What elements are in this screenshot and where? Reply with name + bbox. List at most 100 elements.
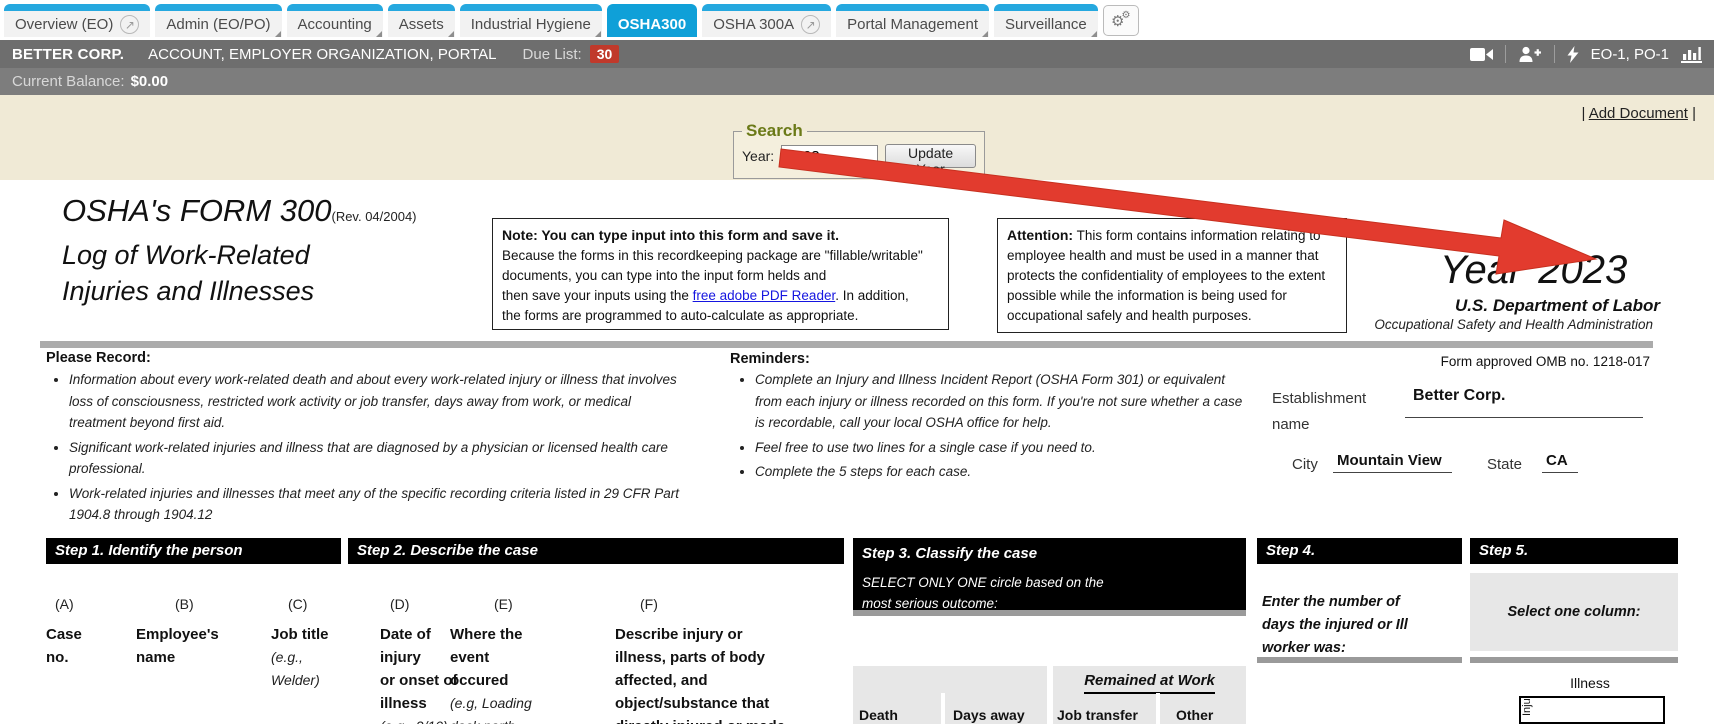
balance-label: Current Balance: <box>12 73 125 90</box>
step4-underline <box>1257 657 1462 663</box>
add-document-link[interactable]: Add Document <box>1589 105 1688 122</box>
menu-fold-icon <box>982 31 988 37</box>
osha300-page: | Add Document | Search Year: Update Yea… <box>0 95 1714 724</box>
tab-label: Overview (EO) <box>15 16 113 33</box>
add-user-icon[interactable] <box>1518 46 1542 62</box>
external-link-icon[interactable]: ↗ <box>120 15 139 34</box>
form-subtitle: Log of Work-Related Injuries and Illness… <box>62 237 314 309</box>
list-item: Significant work-related injuries and il… <box>69 437 684 480</box>
column-letter-e: (E) <box>494 596 513 612</box>
tab-label: Admin (EO/PO) <box>166 16 270 33</box>
list-item: Work-related injuries and illnesses that… <box>69 483 684 526</box>
step4-header: Step 4. <box>1257 538 1462 564</box>
tab-industrial-hygiene[interactable]: Industrial Hygiene <box>460 4 602 37</box>
city-label: City <box>1292 456 1318 473</box>
search-panel: Search Year: Update Year <box>733 121 985 179</box>
dept-of-labor: U.S. Department of Labor <box>1300 296 1660 316</box>
column-letter-b: (B) <box>175 596 194 612</box>
company-name: BETTER CORP. <box>12 46 124 63</box>
tab-accounting[interactable]: Accounting <box>287 4 383 37</box>
tab-overview-eo[interactable]: Overview (EO) ↗ <box>4 4 150 37</box>
account-header-bar: BETTER CORP. ACCOUNT, EMPLOYER ORGANIZAT… <box>0 40 1714 68</box>
please-record-list: Information about every work-related dea… <box>52 369 684 529</box>
attention-box: Attention: This form contains informatio… <box>997 218 1347 333</box>
tab-surveillance[interactable]: Surveillance <box>994 4 1098 37</box>
tab-label: Surveillance <box>1005 16 1087 33</box>
menu-fold-icon <box>1091 31 1097 37</box>
column-letter-a: (A) <box>55 596 74 612</box>
establishment-underline <box>1405 417 1643 418</box>
column-header-describe-injury: Describe injury or illness, parts of bod… <box>615 623 785 724</box>
section-divider <box>40 341 1653 348</box>
establishment-value: Better Corp. <box>1413 387 1505 405</box>
illness-label: Illness <box>1540 675 1640 691</box>
column-header-date-of-injury: Date of injury or onset of illness (e.g.… <box>380 623 458 724</box>
tab-osha300a[interactable]: OSHA 300A ↗ <box>702 4 831 37</box>
omb-approval: Form approved OMB no. 1218-017 <box>1350 354 1650 369</box>
tab-portal-management[interactable]: Portal Management <box>836 4 989 37</box>
tab-osha300-active[interactable]: OSHA300 <box>607 4 697 37</box>
column-header-job-title: Job title (e.g., Welder) <box>271 623 329 692</box>
column-header-case-no: Case no. <box>46 623 82 669</box>
tab-admin-eo-po[interactable]: Admin (EO/PO) <box>155 4 281 37</box>
step4-instructions: Enter the number of days the injured or … <box>1262 591 1408 660</box>
gear-small-icon: ⚙ <box>1121 10 1130 21</box>
account-context: ACCOUNT, EMPLOYER ORGANIZATION, PORTAL <box>148 46 496 63</box>
org-codes: EO-1, PO-1 <box>1591 46 1669 63</box>
note-heading: Note: You can type input into this form … <box>502 227 839 243</box>
tab-label: OSHA300 <box>618 16 686 33</box>
reminders-heading: Reminders: <box>730 351 810 367</box>
column-header-employee-name: Employee's name <box>136 623 219 669</box>
list-item: Complete an Injury and Illness Incident … <box>755 369 1246 434</box>
tab-assets[interactable]: Assets <box>388 4 455 37</box>
illness-column-rotated-label: Injury <box>1521 696 1533 716</box>
form-revision: (Rev. 04/2004) <box>331 209 416 224</box>
step5-header: Step 5. <box>1470 538 1678 564</box>
form-year-display: Year2023 <box>1440 248 1627 293</box>
illness-columns-box: Injury <box>1519 696 1665 724</box>
classify-col-other: Other <box>1176 707 1213 723</box>
due-list-count-badge[interactable]: 30 <box>590 45 620 63</box>
tab-label: Portal Management <box>847 16 978 33</box>
form-title: OSHA's FORM 300(Rev. 04/2004) <box>62 193 417 229</box>
year-input[interactable] <box>781 145 878 167</box>
city-value: Mountain View <box>1333 452 1452 473</box>
attention-heading: Attention: <box>1007 227 1073 243</box>
year-label: Year: <box>742 148 774 164</box>
main-tab-bar: Overview (EO) ↗ Admin (EO/PO) Accounting… <box>0 0 1714 37</box>
please-record-heading: Please Record: <box>46 350 151 366</box>
menu-fold-icon <box>275 31 281 37</box>
search-panel-legend: Search <box>742 121 807 141</box>
tab-label: Assets <box>399 16 444 33</box>
year-word: Year <box>1440 248 1522 292</box>
menu-fold-icon <box>448 31 454 37</box>
video-camera-icon[interactable] <box>1470 47 1493 62</box>
settings-button[interactable]: ⚙ ⚙ <box>1103 5 1139 36</box>
classify-col-death: Death <box>859 707 898 723</box>
column-letter-c: (C) <box>288 596 307 612</box>
bar-chart-icon[interactable] <box>1681 46 1702 63</box>
adobe-reader-link[interactable]: free adobe PDF Reader <box>693 288 836 303</box>
column-header-where-event: Where the event occured (e.g, Loading do… <box>450 623 532 724</box>
state-value: CA <box>1542 452 1578 473</box>
tab-label: Industrial Hygiene <box>471 16 591 33</box>
osha-administration: Occupational Safety and Health Administr… <box>1300 317 1653 332</box>
pipe: | <box>1692 105 1696 122</box>
external-link-icon[interactable]: ↗ <box>801 15 820 34</box>
column-letter-d: (D) <box>390 596 409 612</box>
classify-col-days-away: Days away <box>953 707 1025 723</box>
state-label: State <box>1487 456 1522 473</box>
lightning-icon[interactable] <box>1567 46 1579 63</box>
update-year-button[interactable]: Update Year <box>885 144 976 168</box>
column-gap <box>941 693 945 724</box>
establishment-label: Establishment name <box>1272 386 1366 438</box>
step5-underline <box>1470 657 1678 663</box>
step3-header: Step 3. Classify the case SELECT ONLY ON… <box>853 538 1246 610</box>
balance-value: $0.00 <box>131 73 169 90</box>
menu-fold-icon <box>376 31 382 37</box>
tab-label: Accounting <box>298 16 372 33</box>
note-box: Note: You can type input into this form … <box>492 218 949 330</box>
column-letter-f: (F) <box>640 596 658 612</box>
step2-header: Step 2. Describe the case <box>348 538 844 564</box>
pipe: | <box>1581 105 1585 122</box>
